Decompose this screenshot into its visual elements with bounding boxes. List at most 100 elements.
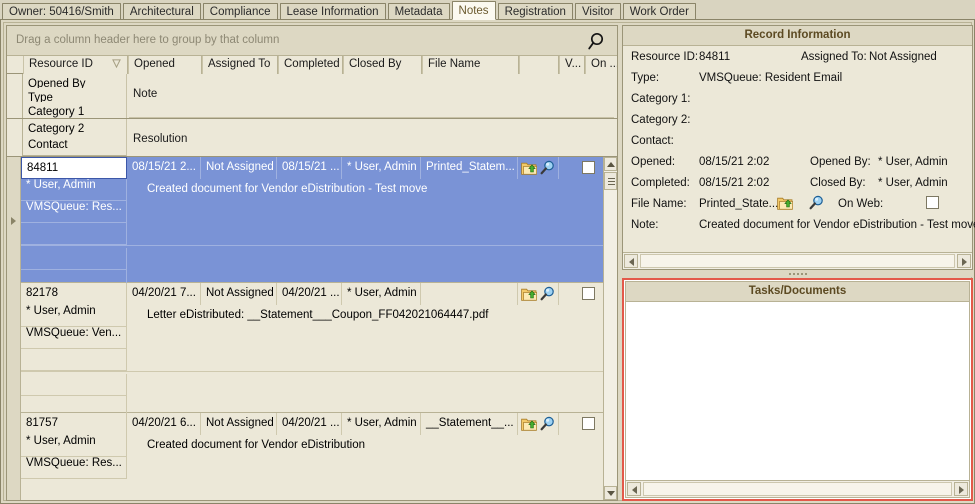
- column-header-v[interactable]: V...: [559, 56, 585, 74]
- cell-assigned-to[interactable]: Not Assigned: [201, 283, 277, 305]
- on-web-checkbox[interactable]: [582, 161, 595, 174]
- scroll-right-button[interactable]: [957, 254, 971, 268]
- cell-resource-id[interactable]: 84811: [21, 157, 127, 179]
- column-header-resource-id[interactable]: Resource ID: [23, 56, 128, 74]
- cell-opened-by[interactable]: * User, Admin: [21, 435, 127, 457]
- subheader-bottom-value-box: Resolution: [129, 119, 614, 156]
- scroll-right-button[interactable]: [954, 482, 968, 496]
- column-header-completed[interactable]: Completed: [278, 56, 343, 74]
- scroll-down-button[interactable]: [604, 486, 617, 500]
- cell-closed-by[interactable]: * User, Admin: [342, 283, 421, 305]
- cell-assigned-to[interactable]: Not Assigned: [201, 413, 277, 435]
- tab-lease-information[interactable]: Lease Information: [279, 3, 386, 20]
- group-by-bar[interactable]: Drag a column header here to group by th…: [7, 26, 617, 56]
- current-row-indicator-icon: [11, 217, 16, 225]
- tab-notes[interactable]: Notes: [451, 1, 496, 20]
- tasks-scroll-track[interactable]: [643, 482, 952, 496]
- tab-architectural[interactable]: Architectural: [122, 3, 201, 20]
- column-header-assigned-to[interactable]: Assigned To: [202, 56, 278, 74]
- on-web-checkbox[interactable]: [582, 417, 595, 430]
- cell-assigned-to[interactable]: Not Assigned: [201, 157, 277, 179]
- cell-type[interactable]: VMSQueue: Ven...: [21, 327, 127, 349]
- cell-file-name[interactable]: Printed_Statem...: [421, 157, 518, 179]
- cell-resource-id[interactable]: 82178: [21, 283, 127, 305]
- tab-metadata[interactable]: Metadata: [387, 3, 450, 20]
- column-header-on-web[interactable]: On ...: [585, 56, 617, 74]
- cell-file-name[interactable]: [421, 283, 518, 305]
- row-inner-divider: [21, 371, 603, 372]
- scroll-up-button[interactable]: [604, 157, 617, 171]
- search-icon[interactable]: [586, 31, 608, 53]
- folder-upload-icon[interactable]: [521, 417, 537, 431]
- content-frame: Drag a column header here to group by th…: [0, 19, 975, 504]
- tasks-documents-list[interactable]: [626, 302, 969, 480]
- folder-upload-icon[interactable]: [521, 287, 537, 301]
- chevron-down-icon: [607, 491, 615, 496]
- magnifier-icon[interactable]: [809, 195, 824, 210]
- folder-upload-icon[interactable]: [777, 196, 793, 210]
- main-tab-bar: Owner: 50416/Smith Architectural Complia…: [0, 0, 975, 20]
- label-closed-by: Closed By:: [810, 177, 866, 189]
- scrollbar-thumb[interactable]: [604, 172, 617, 190]
- subheader-contact[interactable]: Contact: [22, 135, 127, 156]
- tab-visitor[interactable]: Visitor: [574, 3, 621, 20]
- label-on-web: On Web:: [838, 198, 884, 210]
- cell-resource-id[interactable]: 81757: [21, 413, 127, 435]
- magnifier-icon[interactable]: [540, 286, 555, 301]
- on-web-checkbox[interactable]: [926, 196, 939, 209]
- tab-compliance[interactable]: Compliance: [202, 3, 278, 20]
- cell-category-2[interactable]: [21, 374, 127, 396]
- tab-work-order[interactable]: Work Order: [622, 3, 696, 20]
- tasks-horizontal-scrollbar[interactable]: [626, 480, 969, 497]
- record-info-scroll-track[interactable]: [640, 254, 955, 268]
- cell-completed[interactable]: 04/20/21 ...: [277, 283, 342, 305]
- right-detail-column: Record Information Resource ID: 84811 As…: [622, 25, 975, 501]
- row-gutter: [7, 157, 21, 500]
- column-header-closed-by[interactable]: Closed By: [343, 56, 422, 74]
- column-header-file-name[interactable]: File Name: [422, 56, 519, 74]
- cell-closed-by[interactable]: * User, Admin: [342, 413, 421, 435]
- group-by-hint: Drag a column header here to group by th…: [16, 34, 280, 46]
- cell-category-2[interactable]: [21, 248, 127, 270]
- cell-opened-by[interactable]: * User, Admin: [21, 179, 127, 201]
- chevron-left-icon: [632, 486, 637, 494]
- chevron-left-icon: [629, 258, 634, 266]
- scroll-left-button[interactable]: [624, 254, 638, 268]
- cell-category-1[interactable]: [21, 223, 127, 245]
- value-file-name: Printed_State...: [699, 198, 779, 210]
- cell-type[interactable]: VMSQueue: Res...: [21, 457, 127, 479]
- cell-opened[interactable]: 08/15/21 2...: [127, 157, 201, 179]
- cell-closed-by[interactable]: * User, Admin: [342, 157, 421, 179]
- tab-owner[interactable]: Owner: 50416/Smith: [2, 3, 121, 20]
- cell-note[interactable]: Created document for Vendor eDistributio…: [141, 439, 603, 451]
- cell-category-1[interactable]: [21, 349, 127, 371]
- table-row[interactable]: 81757 04/20/21 6... Not Assigned 04/20/2…: [21, 413, 603, 500]
- magnifier-icon[interactable]: [540, 160, 555, 175]
- column-header-opened[interactable]: Opened: [128, 56, 202, 74]
- table-row[interactable]: 82178 04/20/21 7... Not Assigned 04/20/2…: [21, 283, 603, 413]
- on-web-checkbox[interactable]: [582, 287, 595, 300]
- cell-completed[interactable]: 08/15/21 ...: [277, 157, 342, 179]
- cell-note[interactable]: Letter eDistributed: __Statement___Coupo…: [141, 309, 603, 321]
- table-row[interactable]: 84811 08/15/21 2... Not Assigned 08/15/2…: [21, 157, 603, 292]
- cell-contact[interactable]: [21, 396, 127, 413]
- magnifier-icon[interactable]: [540, 416, 555, 431]
- column-header-blank[interactable]: [519, 56, 559, 74]
- label-note: Note:: [631, 219, 659, 231]
- cell-type[interactable]: VMSQueue: Res...: [21, 201, 127, 223]
- panel-splitter[interactable]: [622, 270, 973, 277]
- grid-vertical-scrollbar[interactable]: [603, 157, 617, 500]
- cell-opened[interactable]: 04/20/21 6...: [127, 413, 201, 435]
- subheader-resolution-value: Resolution: [133, 133, 188, 145]
- record-info-horizontal-scrollbar[interactable]: [623, 252, 972, 269]
- cell-opened[interactable]: 04/20/21 7...: [127, 283, 201, 305]
- cell-completed[interactable]: 04/20/21 ...: [277, 413, 342, 435]
- tab-registration[interactable]: Registration: [497, 3, 573, 20]
- cell-opened-by[interactable]: * User, Admin: [21, 305, 127, 327]
- record-information-panel: Record Information Resource ID: 84811 As…: [622, 25, 975, 270]
- folder-upload-icon[interactable]: [521, 161, 537, 175]
- cell-file-name[interactable]: __Statement__...: [421, 413, 518, 435]
- cell-note[interactable]: Created document for Vendor eDistributio…: [141, 183, 603, 195]
- grid-column-header-row: Resource ID Opened Assigned To Completed…: [7, 56, 617, 74]
- scroll-left-button[interactable]: [627, 482, 641, 496]
